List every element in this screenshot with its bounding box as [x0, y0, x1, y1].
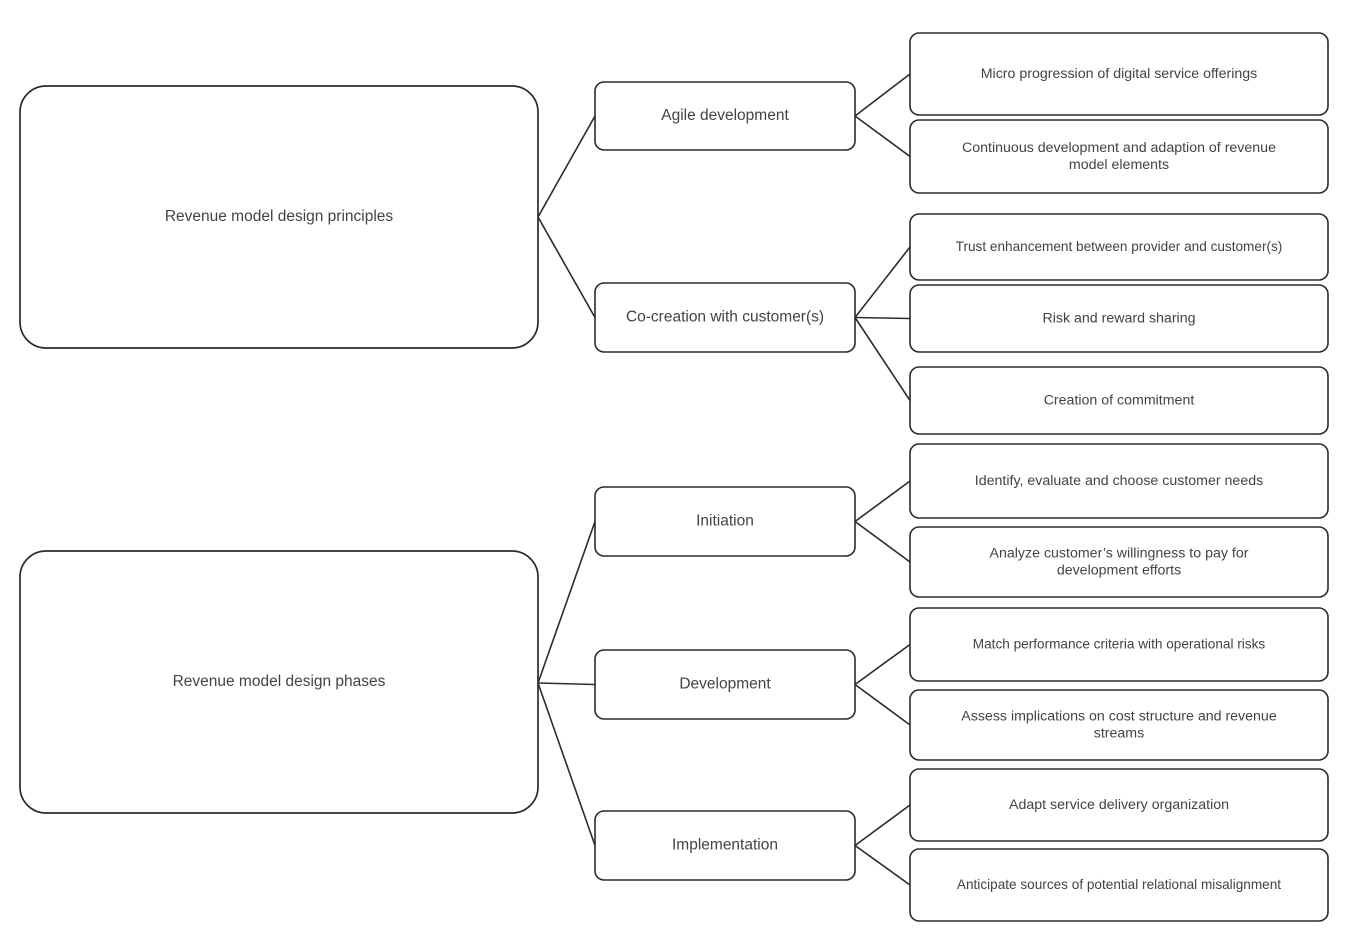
connector-implementation-to-adapt-service-delivery [854, 804, 911, 847]
branch-node-label-co-creation: Co-creation with customer(s) [626, 309, 824, 326]
connector-layer [537, 73, 911, 886]
leaf-node-risk-reward-sharing[interactable]: Risk and reward sharing [909, 284, 1329, 353]
connector-co-creation-to-creation-of-commitment [854, 317, 911, 401]
root-node-label-phases: Revenue model design phases [173, 673, 386, 690]
branch-node-agile-development[interactable]: Agile development [594, 81, 856, 151]
leaf-node-label-adapt-service-delivery: Adapt service delivery organization [1009, 797, 1229, 813]
connector-initiation-to-analyze-willingness-to-pay [854, 520, 911, 563]
leaf-node-label-identify-evaluate-choose: Identify, evaluate and choose customer n… [975, 473, 1263, 489]
leaf-node-label-match-performance-criteria: Match performance criteria with operatio… [973, 636, 1266, 651]
connector-principles-to-co-creation [537, 216, 596, 318]
leaf-node-label-trust-enhancement: Trust enhancement between provider and c… [956, 239, 1283, 254]
leaf-node-adapt-service-delivery[interactable]: Adapt service delivery organization [909, 768, 1329, 842]
leaf-node-continuous-development[interactable]: Continuous development and adaption of r… [909, 119, 1329, 194]
leaf-node-creation-of-commitment[interactable]: Creation of commitment [909, 366, 1329, 435]
branch-node-development[interactable]: Development [594, 649, 856, 720]
connector-agile-development-to-micro-progression [854, 73, 911, 117]
branch-node-implementation[interactable]: Implementation [594, 810, 856, 881]
leaf-node-anticipate-misalignment[interactable]: Anticipate sources of potential relation… [909, 848, 1329, 922]
connector-principles-to-agile-development [537, 115, 596, 218]
leaf-node-label-risk-reward-sharing: Risk and reward sharing [1043, 310, 1196, 326]
diagram-root: Revenue model design principles Agile dev… [0, 0, 1347, 931]
leaf-node-micro-progression[interactable]: Micro progression of digital service off… [909, 32, 1329, 116]
branch-node-initiation[interactable]: Initiation [594, 486, 856, 557]
leaf-node-assess-implications[interactable]: Assess implications on cost structure an… [909, 689, 1329, 761]
connector-co-creation-to-trust-enhancement [854, 246, 911, 318]
connector-development-to-assess-implications [854, 683, 911, 726]
connector-initiation-to-identify-evaluate-choose [854, 480, 911, 523]
branch-node-label-development: Development [679, 676, 771, 693]
connector-development-to-match-performance-criteria [854, 643, 911, 686]
leaf-node-trust-enhancement[interactable]: Trust enhancement between provider and c… [909, 213, 1329, 281]
leaf-node-label-anticipate-misalignment: Anticipate sources of potential relation… [957, 877, 1281, 892]
root-node-principles[interactable]: Revenue model design principles [19, 85, 539, 349]
branch-node-co-creation[interactable]: Co-creation with customer(s) [594, 282, 856, 353]
connector-co-creation-to-risk-reward-sharing [854, 316, 911, 320]
root-node-label-principles: Revenue model design principles [165, 208, 394, 225]
branch-node-label-agile-development: Agile development [661, 107, 789, 124]
connector-phases-to-development [537, 682, 596, 686]
connector-phases-to-initiation [537, 521, 596, 684]
leaf-node-match-performance-criteria[interactable]: Match performance criteria with operatio… [909, 607, 1329, 682]
connector-implementation-to-anticipate-misalignment [854, 844, 911, 886]
leaf-node-label-micro-progression: Micro progression of digital service off… [981, 66, 1258, 82]
leaf-node-analyze-willingness-to-pay[interactable]: Analyze customer’s willingness to pay fo… [909, 526, 1329, 598]
diagram-canvas: Revenue model design principles Agile dev… [19, 32, 1329, 922]
leaf-node-identify-evaluate-choose[interactable]: Identify, evaluate and choose customer n… [909, 443, 1329, 519]
branch-node-label-initiation: Initiation [696, 513, 754, 530]
leaf-node-label-creation-of-commitment: Creation of commitment [1044, 392, 1195, 408]
node-layer: Revenue model design principles Agile dev… [19, 32, 1329, 922]
root-node-phases[interactable]: Revenue model design phases [19, 550, 539, 814]
connector-agile-development-to-continuous-development [854, 115, 911, 158]
connector-phases-to-implementation [537, 682, 596, 846]
branch-node-label-implementation: Implementation [672, 837, 778, 854]
